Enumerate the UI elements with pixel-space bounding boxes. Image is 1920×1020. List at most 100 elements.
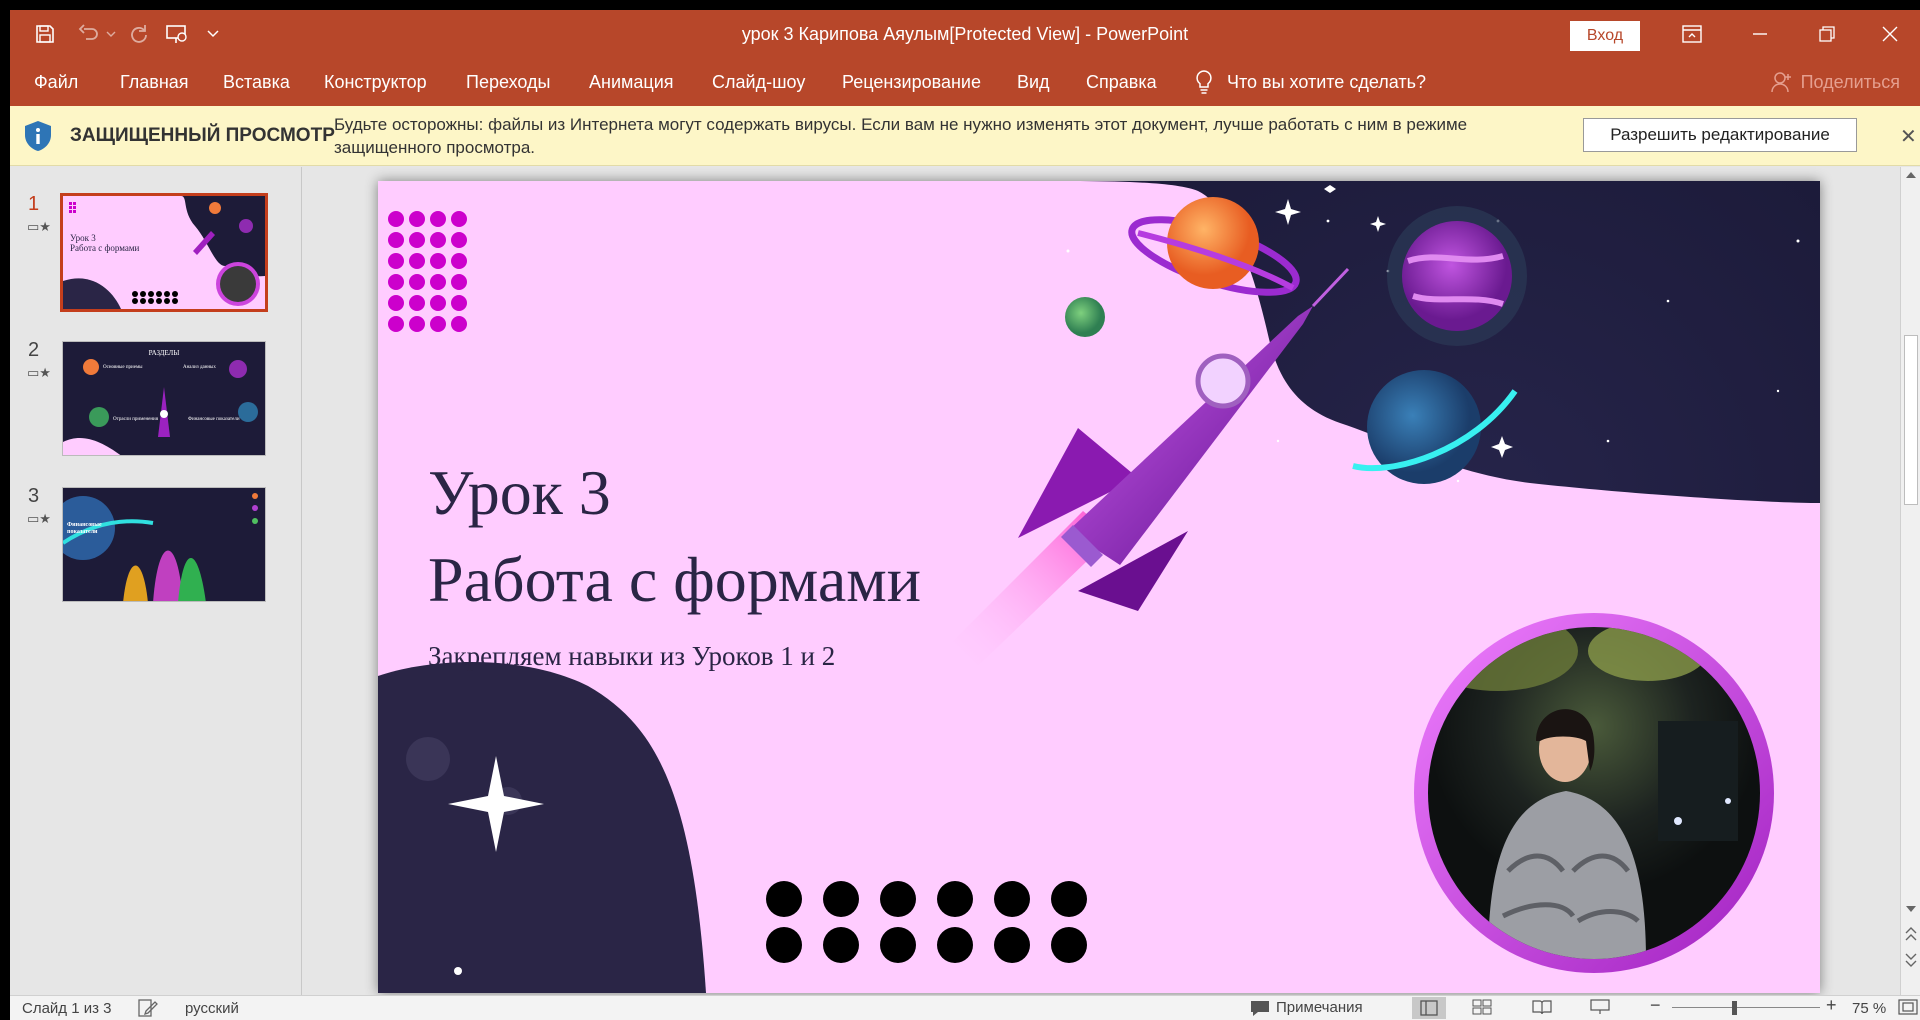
scroll-down-icon[interactable] — [1905, 905, 1917, 913]
slide-subtitle[interactable]: Закрепляем навыки из Уроков 1 и 2 — [428, 641, 835, 672]
vertical-scrollbar[interactable] — [1900, 167, 1920, 995]
sign-in-button[interactable]: Вход — [1570, 21, 1640, 51]
tab-transitions[interactable]: Переходы — [466, 58, 550, 106]
decor-dot — [388, 316, 404, 332]
undo-dropdown-icon[interactable] — [104, 19, 118, 49]
decor-dot — [451, 253, 467, 269]
decor-dot — [451, 316, 467, 332]
notes-icon — [1251, 1000, 1269, 1016]
tab-view[interactable]: Вид — [1017, 58, 1050, 106]
restore-icon[interactable] — [1797, 10, 1857, 58]
zoom-slider-thumb[interactable] — [1732, 1001, 1737, 1015]
decor-dot — [430, 295, 446, 311]
zoom-out-icon[interactable]: − — [1650, 995, 1661, 1016]
ribbon-tabs: Файл Главная Вставка Конструктор Переход… — [10, 58, 1920, 106]
reading-view-icon[interactable] — [1532, 999, 1552, 1019]
fit-slide-icon[interactable] — [1898, 999, 1918, 1019]
decor-dot — [409, 274, 425, 290]
decor-dot — [451, 274, 467, 290]
thumb-title: Финансовые показатели — [67, 522, 102, 535]
thumb-label: Финансовые показатели — [188, 417, 240, 422]
next-slide-icon[interactable] — [1905, 953, 1917, 967]
current-slide[interactable]: Урок 3 Работа с формами Закрепляем навык… — [378, 181, 1820, 993]
slideshow-from-start-icon[interactable] — [162, 19, 192, 49]
thumb-label: Основные приемы — [103, 365, 143, 370]
close-icon[interactable] — [1860, 10, 1920, 58]
undo-icon[interactable] — [74, 19, 104, 49]
share-button[interactable]: Поделиться — [1770, 58, 1900, 106]
powerpoint-window: урок 3 Карипова Аяулым[Protected View] -… — [10, 10, 1920, 1020]
tab-insert[interactable]: Вставка — [223, 58, 290, 106]
tab-review[interactable]: Рецензирование — [842, 58, 981, 106]
decor-dot — [388, 295, 404, 311]
decor-dot — [430, 253, 446, 269]
thumb-title: Урок 3 Работа с формами — [70, 233, 140, 253]
scroll-thumb[interactable] — [1904, 335, 1918, 505]
decor-dot — [766, 927, 802, 963]
tab-file[interactable]: Файл — [34, 58, 78, 106]
zoom-slider[interactable] — [1672, 1007, 1820, 1008]
slideshow-view-icon[interactable] — [1590, 999, 1610, 1019]
decor-dot — [409, 211, 425, 227]
thumbnail-slide-2[interactable]: 2 ▭★ РАЗДЕЛЫ Основные приемы Анализ данн… — [10, 339, 302, 459]
decor-dot — [388, 232, 404, 248]
thumb-title: РАЗДЕЛЫ — [148, 349, 180, 357]
spell-check-icon[interactable] — [138, 999, 158, 1020]
scroll-up-icon[interactable] — [1905, 171, 1917, 179]
slide-number: 1 — [28, 193, 40, 215]
slide-title-line-1[interactable]: Урок 3 — [428, 456, 611, 530]
decor-dot — [451, 211, 467, 227]
tab-design[interactable]: Конструктор — [324, 58, 427, 106]
customize-qat-icon[interactable] — [198, 19, 228, 49]
tab-help[interactable]: Справка — [1086, 58, 1157, 106]
normal-view-icon[interactable] — [1412, 997, 1446, 1019]
minimize-icon[interactable] — [1730, 10, 1790, 58]
lightbulb-icon — [1196, 70, 1212, 94]
decor-dot — [1051, 927, 1087, 963]
tell-me-box[interactable]: Что вы хотите сделать? — [1195, 58, 1426, 106]
thumbnail-slide-3[interactable]: 3 ▭★ Финансовые показатели — [10, 485, 302, 605]
slide-title-line-2[interactable]: Работа с формами — [428, 543, 921, 617]
slide-sorter-icon[interactable] — [1472, 999, 1492, 1019]
decor-dot — [823, 881, 859, 917]
tab-slideshow[interactable]: Слайд-шоу — [712, 58, 805, 106]
enable-editing-button[interactable]: Разрешить редактирование — [1583, 118, 1857, 152]
slide-editor: Урок 3 Работа с формами Закрепляем навык… — [303, 167, 1900, 995]
close-bar-icon[interactable]: ✕ — [1900, 124, 1917, 149]
previous-slide-icon[interactable] — [1905, 927, 1917, 941]
decor-dot — [451, 232, 467, 248]
decor-dot — [388, 274, 404, 290]
quick-access-toolbar — [30, 10, 228, 58]
share-label: Поделиться — [1800, 71, 1900, 92]
zoom-in-icon[interactable]: + — [1826, 995, 1837, 1016]
animation-star-icon: ▭★ — [27, 365, 51, 380]
decor-dot — [409, 232, 425, 248]
notes-button[interactable]: Примечания — [1250, 999, 1363, 1016]
save-icon[interactable] — [30, 19, 60, 49]
shield-info-icon — [25, 121, 51, 151]
decor-dot — [409, 316, 425, 332]
zoom-level[interactable]: 75 % — [1852, 1000, 1886, 1017]
decor-dot — [937, 927, 973, 963]
protected-view-message: Будьте осторожны: файлы из Интернета мог… — [334, 115, 1468, 157]
tab-animations[interactable]: Анимация — [589, 58, 674, 106]
decor-dot — [994, 927, 1030, 963]
notes-label: Примечания — [1276, 999, 1363, 1016]
status-bar: Слайд 1 из 3 русский Примечания − + 75 % — [10, 995, 1920, 1020]
protected-view-title: ЗАЩИЩЕННЫЙ ПРОСМОТР — [70, 125, 335, 146]
decor-dot — [430, 232, 446, 248]
slide-number: 2 — [28, 339, 40, 361]
language-indicator[interactable]: русский — [185, 1000, 239, 1017]
thumb-label: Отрасли применения — [113, 417, 158, 422]
decor-dot — [994, 881, 1030, 917]
tab-home[interactable]: Главная — [120, 58, 189, 106]
ribbon-display-options-icon[interactable] — [1662, 10, 1722, 58]
slide-preview: Урок 3 Работа с формами — [60, 193, 268, 312]
thumbnail-slide-1[interactable]: 1 ▭★ Урок 3 Работа с формами — [10, 193, 302, 313]
slide-thumbnails-pane: 1 ▭★ Урок 3 Работа с формами 2 ▭★ РАЗДЕЛ… — [10, 167, 302, 995]
redo-icon[interactable] — [124, 19, 154, 49]
protected-view-bar: ЗАЩИЩЕННЫЙ ПРОСМОТР Будьте осторожны: фа… — [10, 106, 1920, 166]
decor-dot — [430, 211, 446, 227]
decor-dot — [451, 295, 467, 311]
decor-dot — [766, 881, 802, 917]
